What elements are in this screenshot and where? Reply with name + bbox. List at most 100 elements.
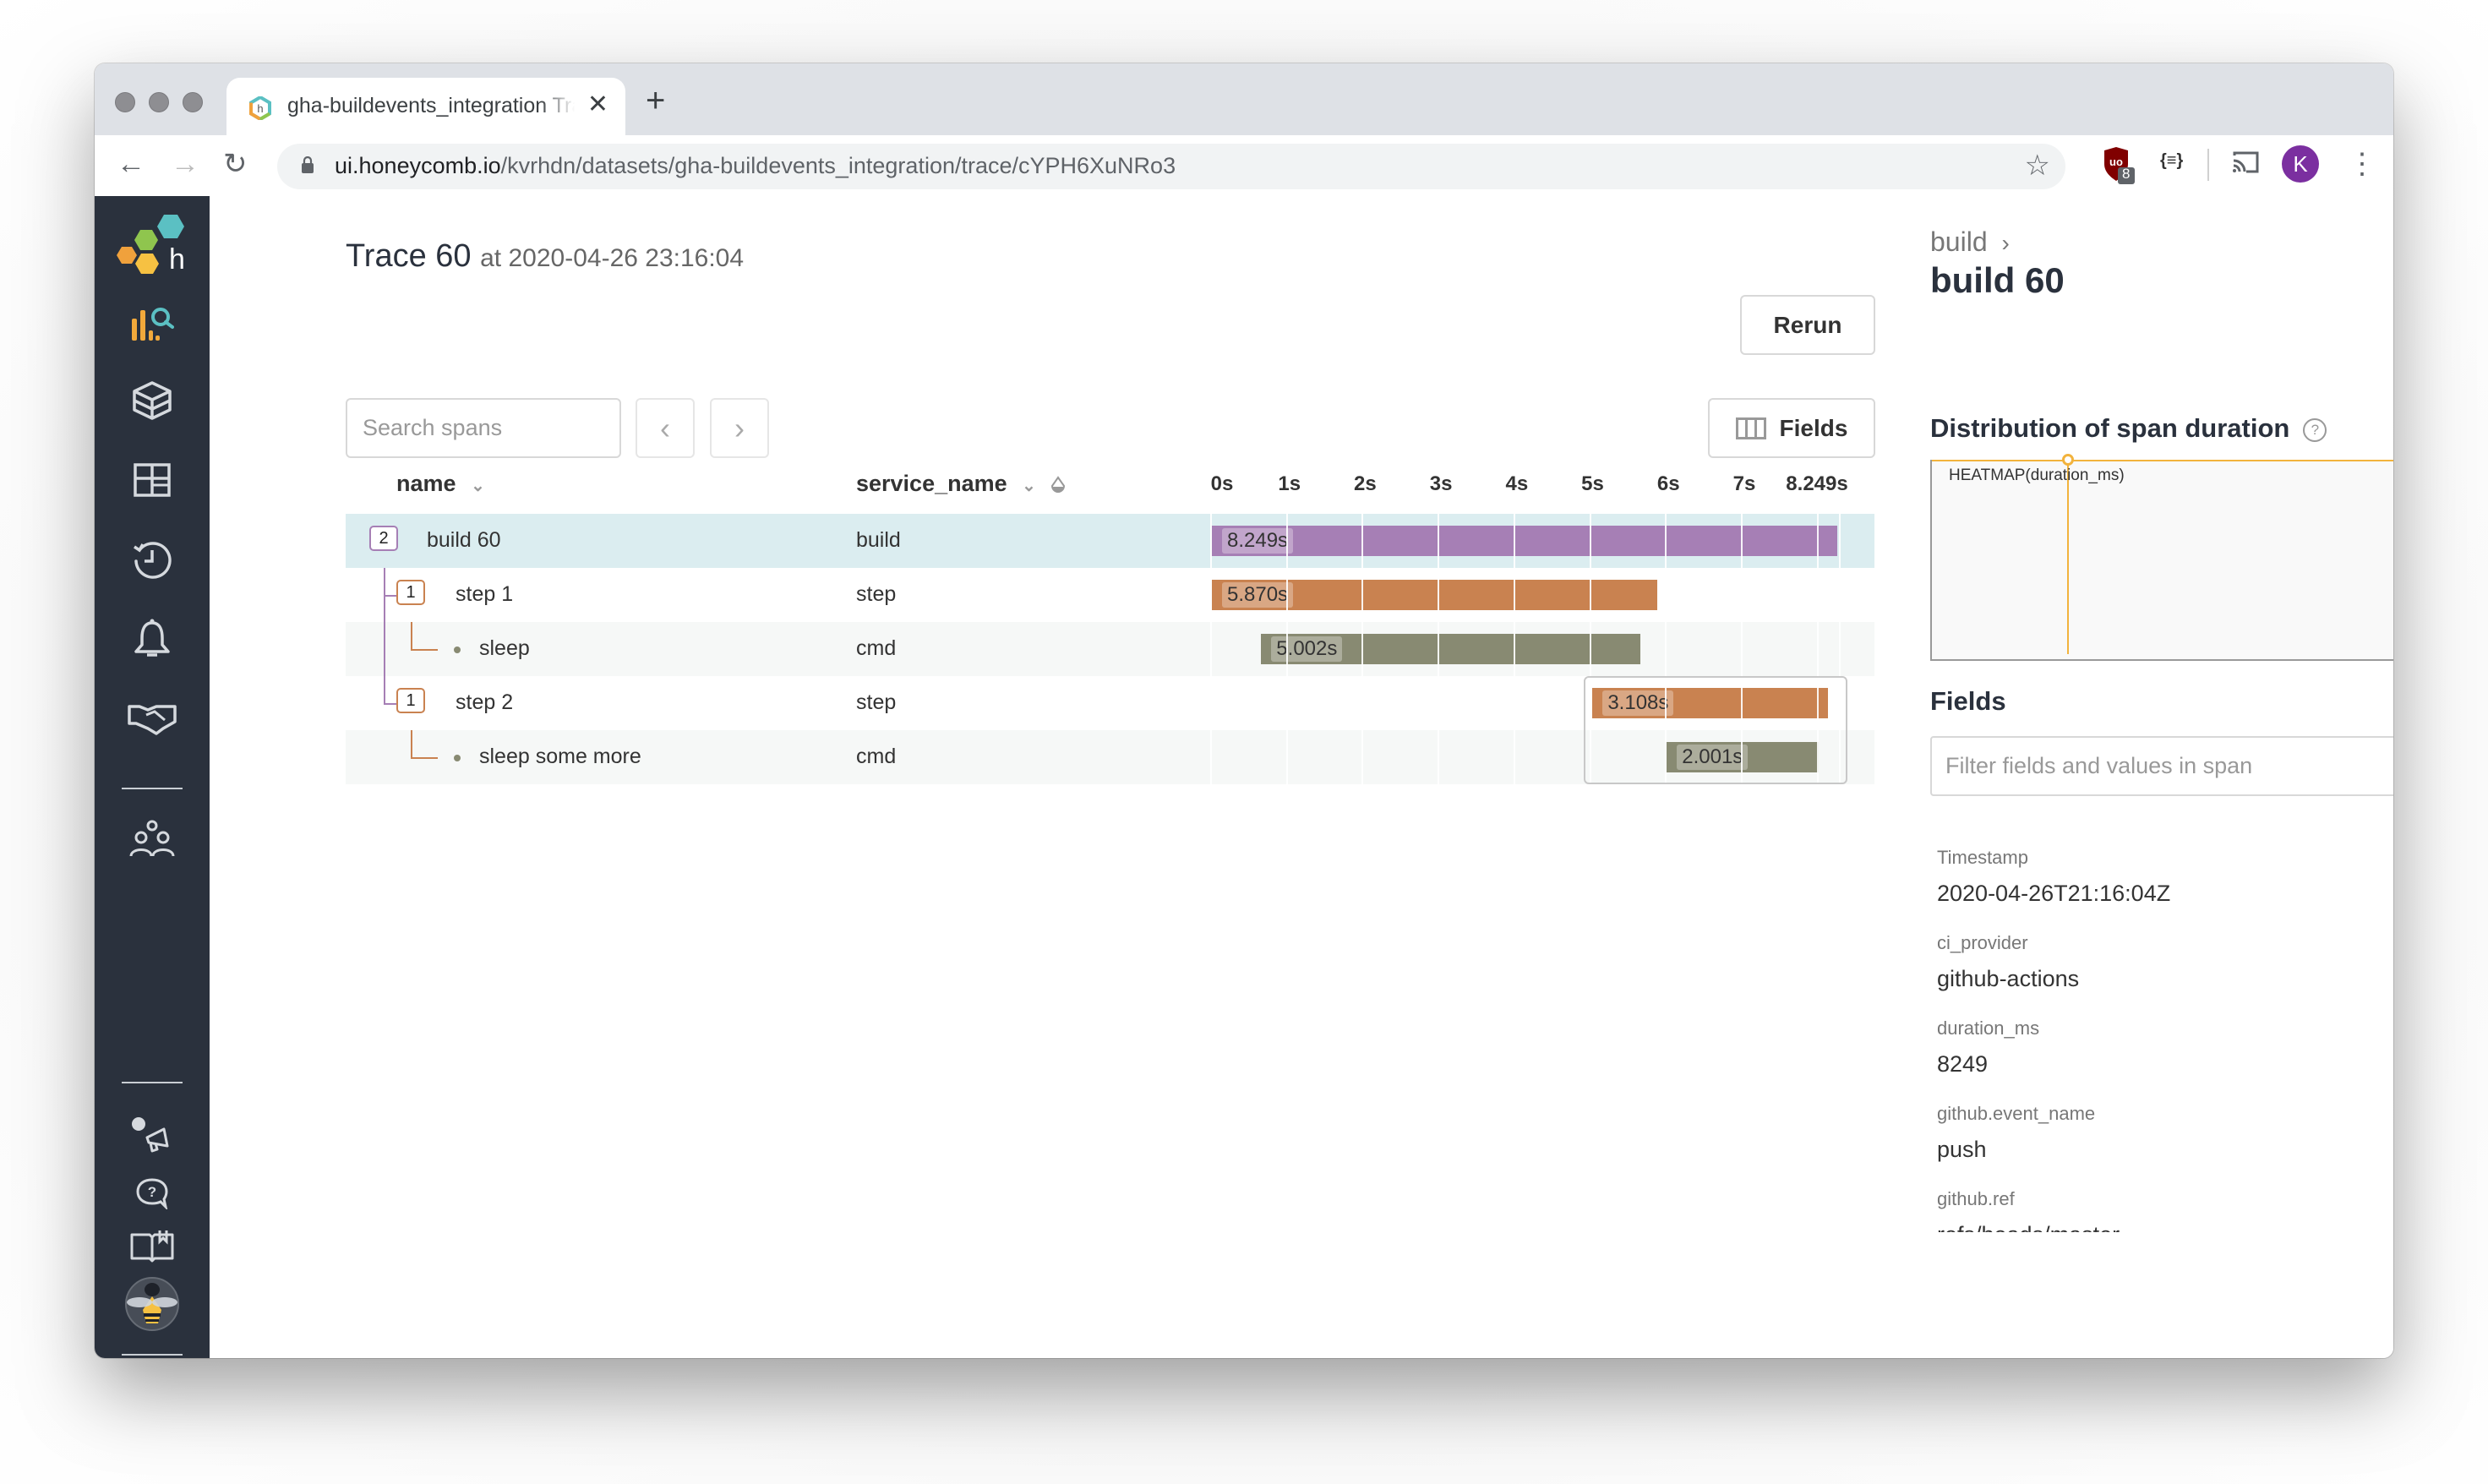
timeline-gridline: [1741, 622, 1743, 676]
tree-connector: [411, 730, 438, 759]
fields-button[interactable]: Fields: [1708, 398, 1875, 458]
collapse-children-toggle[interactable]: 1: [396, 580, 425, 605]
json-extension-icon[interactable]: {≡}: [2160, 151, 2183, 171]
span-title: build 60: [1930, 260, 2065, 301]
book-icon[interactable]: [123, 1220, 181, 1271]
close-window-button[interactable]: [115, 92, 135, 112]
span-duration-label: 3.108s: [1602, 690, 1673, 716]
duration-heatmap[interactable]: HEATMAP(duration_ms): [1930, 460, 2393, 661]
browser-window: h gha-buildevents_integration Trace ✕ + …: [95, 63, 2393, 1358]
breadcrumb[interactable]: build ›: [1930, 226, 2010, 258]
timeline-gridline: [1438, 568, 1439, 622]
field-key: duration_ms: [1937, 1018, 2393, 1039]
chrome-menu-icon[interactable]: ⋮: [2348, 147, 2376, 181]
cast-icon[interactable]: [2231, 150, 2260, 178]
span-duration-bar[interactable]: 3.108s: [1592, 688, 1828, 718]
field-value[interactable]: 8249: [1937, 1051, 2393, 1078]
timeline-gridline: [1438, 622, 1439, 676]
span-duration-bar[interactable]: 5.002s: [1261, 634, 1640, 664]
service-name-column-header[interactable]: service_name ⌄: [856, 471, 1066, 497]
span-name: sleep some more: [479, 745, 641, 769]
timeline-gridline: [1817, 568, 1819, 622]
search-spans-input[interactable]: [346, 398, 621, 458]
team-people-icon[interactable]: [123, 813, 181, 864]
heatmap-marker-handle[interactable]: [2062, 454, 2074, 466]
timeline-gridline: [1438, 676, 1439, 730]
minimize-window-button[interactable]: [149, 92, 169, 112]
rerun-button[interactable]: Rerun: [1740, 295, 1875, 355]
span-duration-label: 2.001s: [1677, 745, 1748, 770]
field-value[interactable]: github-actions: [1937, 966, 2393, 992]
address-bar[interactable]: ui.honeycomb.io/kvrhdn/datasets/gha-buil…: [277, 144, 2065, 189]
bookmark-star-icon[interactable]: ☆: [2025, 149, 2050, 183]
forward-arrow-icon[interactable]: →: [171, 147, 199, 181]
timeline-gridline: [1590, 514, 1591, 568]
name-column-header[interactable]: name ⌄: [396, 471, 485, 497]
span-row[interactable]: 1step 1step5.870s: [346, 568, 1874, 622]
bee-avatar-icon[interactable]: [123, 1274, 181, 1334]
bell-icon[interactable]: [123, 614, 181, 664]
profile-avatar[interactable]: K: [2282, 145, 2319, 183]
history-clock-icon[interactable]: [123, 534, 181, 585]
ublock-extension-icon[interactable]: uo 8: [2101, 147, 2135, 188]
timeline-gridline: [1590, 622, 1591, 676]
svg-text:h: h: [257, 102, 263, 115]
tree-connector: [384, 676, 385, 703]
svg-text:h: h: [169, 243, 185, 276]
fields-heading: Fields: [1930, 686, 2006, 717]
trace-timestamp: at 2020-04-26 23:16:04: [480, 244, 744, 272]
filter-fields-input[interactable]: [1930, 736, 2393, 796]
handshake-icon[interactable]: [123, 693, 181, 744]
timeline-gridline: [1590, 676, 1591, 730]
timeline-gridline: [1817, 730, 1819, 784]
previous-match-button[interactable]: ‹: [636, 398, 695, 458]
timeline-gridline: [1286, 622, 1288, 676]
megaphone-icon[interactable]: [123, 1110, 181, 1161]
span-duration-label: 5.002s: [1271, 636, 1342, 662]
timeline-gridline: [1741, 568, 1743, 622]
dashboard-grid-icon[interactable]: [123, 455, 181, 505]
name-header-label: name: [396, 471, 456, 496]
browser-tab[interactable]: h gha-buildevents_integration Trace ✕: [226, 78, 625, 135]
app-sidebar: h: [95, 196, 210, 1358]
back-arrow-icon[interactable]: ←: [117, 147, 145, 181]
span-duration-bar[interactable]: 2.001s: [1667, 742, 1819, 772]
span-timeline: 5.870s: [1210, 568, 1874, 622]
collapse-children-toggle[interactable]: 1: [396, 688, 425, 713]
reload-icon[interactable]: ↻: [223, 147, 248, 181]
url-text[interactable]: ui.honeycomb.io/kvrhdn/datasets/gha-buil…: [335, 153, 1176, 179]
span-name: step 1: [456, 582, 513, 607]
distribution-heading: Distribution of span duration?: [1930, 413, 2327, 444]
span-row[interactable]: 1step 2step3.108s: [346, 676, 1874, 730]
span-row[interactable]: sleep some morecmd2.001s: [346, 730, 1874, 784]
span-row[interactable]: 2build 60build8.249s: [346, 514, 1874, 568]
leaf-span-dot: [454, 755, 461, 761]
breadcrumb-service[interactable]: build: [1930, 226, 1988, 257]
tab-bar: h gha-buildevents_integration Trace ✕ +: [95, 63, 2393, 135]
help-icon[interactable]: ?: [2303, 418, 2327, 442]
next-match-button[interactable]: ›: [710, 398, 769, 458]
close-tab-icon[interactable]: ✕: [587, 90, 608, 119]
field-value[interactable]: push: [1937, 1137, 2393, 1163]
field-value[interactable]: refs/heads/master: [1937, 1222, 2393, 1232]
timeline-tick: 3s: [1430, 472, 1453, 496]
layers-icon[interactable]: [123, 375, 181, 426]
new-tab-button[interactable]: +: [646, 84, 665, 117]
honeycomb-logo-icon[interactable]: h: [113, 213, 189, 284]
timeline-tick: 2s: [1354, 472, 1377, 496]
span-duration-bar[interactable]: 8.249s: [1212, 526, 1837, 556]
distribution-title: Distribution of span duration: [1930, 413, 2289, 443]
color-by-drop-icon[interactable]: [1050, 476, 1066, 494]
collapse-children-toggle[interactable]: 2: [369, 526, 398, 551]
timeline-gridline: [1210, 622, 1212, 676]
span-timeline: 3.108s: [1210, 676, 1874, 730]
span-timeline: 8.249s: [1210, 514, 1874, 568]
heatmap-marker-line: [2067, 460, 2069, 654]
bar-chart-search-icon[interactable]: [123, 297, 181, 348]
field-value[interactable]: 2020-04-26T21:16:04Z: [1937, 881, 2393, 907]
zoom-window-button[interactable]: [183, 92, 203, 112]
service-name-header-label: service_name: [856, 471, 1007, 496]
span-row[interactable]: sleepcmd5.002s: [346, 622, 1874, 676]
columns-icon: [1736, 417, 1766, 439]
help-bubble-icon[interactable]: ?: [123, 1168, 181, 1219]
